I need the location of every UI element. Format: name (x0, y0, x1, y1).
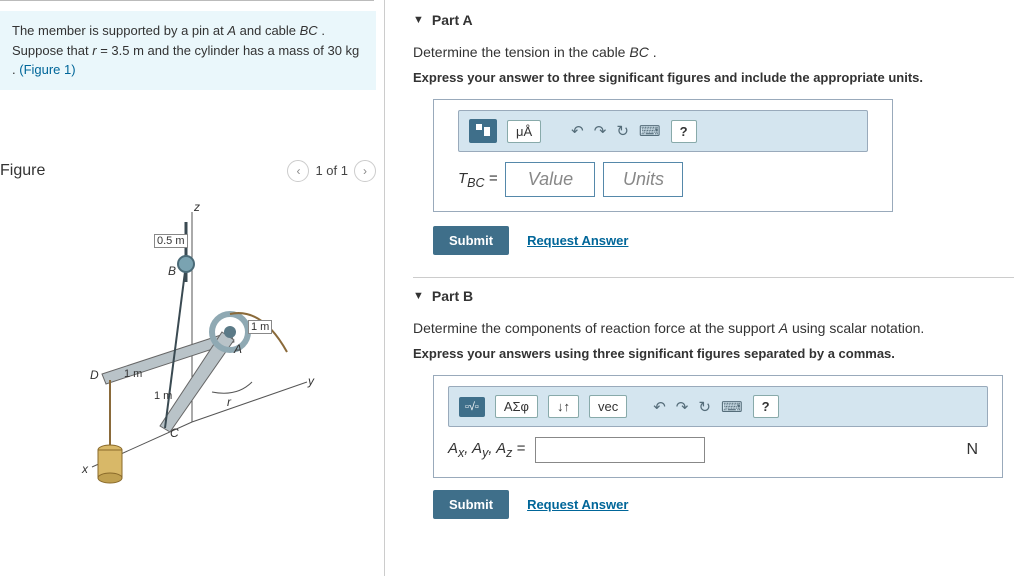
part-b-input-row: Ax, Ay, Az = N (448, 437, 988, 463)
part-a-instruct: Express your answer to three significant… (413, 70, 1014, 85)
figure-header: Figure ‹ 1 of 1 › (0, 160, 376, 182)
prev-figure-button[interactable]: ‹ (287, 160, 309, 182)
redo-icon[interactable]: ↷ (676, 398, 689, 416)
request-answer-a[interactable]: Request Answer (527, 233, 628, 248)
left-panel: The member is supported by a pin at A an… (0, 0, 385, 576)
problem-statement: The member is supported by a pin at A an… (0, 11, 376, 90)
units-button[interactable]: μÅ (507, 120, 541, 143)
var-A: A (227, 23, 236, 38)
keyboard-icon[interactable]: ⌨ (639, 122, 661, 140)
keyboard-icon[interactable]: ⌨ (721, 398, 743, 416)
unit-N: N (966, 441, 988, 459)
axyz-label: Ax, Ay, Az = (448, 440, 525, 460)
value-input[interactable]: Value (505, 162, 595, 197)
submit-button-b[interactable]: Submit (433, 490, 509, 519)
dim-1m-a: 1 m (248, 320, 272, 334)
pager-text: 1 of 1 (315, 163, 348, 178)
axis-y: y (308, 374, 314, 388)
figure-diagram: z y x r 0.5 m 1 m 1 m 1 m A B C D (62, 192, 322, 492)
next-figure-button[interactable]: › (354, 160, 376, 182)
pt-D: D (90, 368, 99, 382)
var-r: r (92, 43, 96, 58)
part-b-submit-row: Submit Request Answer (413, 490, 1014, 519)
caret-down-icon: ▼ (413, 290, 424, 302)
pt-B: B (168, 264, 176, 278)
request-answer-b[interactable]: Request Answer (527, 497, 628, 512)
prob-text: The member is supported by a pin at (12, 23, 227, 38)
part-a-prompt: Determine the tension in the cable BC . (413, 44, 1014, 60)
part-a-answer-panel: μÅ ↶ ↷ ↻ ⌨ ? TBC = Value Units (433, 99, 893, 212)
axis-x: x (82, 462, 88, 476)
figure-link[interactable]: (Figure 1) (19, 62, 75, 77)
figure-title: Figure (0, 162, 45, 180)
pt-C: C (170, 426, 179, 440)
part-b-prompt: Determine the components of reaction for… (413, 320, 1014, 336)
reset-icon[interactable]: ↻ (616, 122, 629, 140)
part-b-answer-panel: ▫√▫ ΑΣφ ↓↑ vec ↶ ↷ ↻ ⌨ ? Ax, Ay, Az = N (433, 375, 1003, 478)
template-icon[interactable] (469, 119, 497, 143)
pt-A: A (234, 342, 242, 356)
vec-button[interactable]: vec (589, 395, 627, 418)
part-a-toolbar: μÅ ↶ ↷ ↻ ⌨ ? (458, 110, 868, 152)
undo-icon[interactable]: ↶ (571, 122, 584, 140)
var-BC: BC (300, 23, 318, 38)
units-input[interactable]: Units (603, 162, 683, 197)
part-b-instruct: Express your answers using three signifi… (413, 346, 1014, 361)
part-a-title: Part A (432, 12, 473, 28)
figure-pager: ‹ 1 of 1 › (287, 160, 376, 182)
part-b-toolbar: ▫√▫ ΑΣφ ↓↑ vec ↶ ↷ ↻ ⌨ ? (448, 386, 988, 427)
subscript-icon[interactable]: ↓↑ (548, 395, 579, 418)
var-r-fig: r (227, 395, 231, 409)
part-a-submit-row: Submit Request Answer (413, 226, 1014, 255)
dim-0.5m: 0.5 m (154, 234, 188, 248)
right-panel: ▼ Part A Determine the tension in the ca… (385, 0, 1024, 576)
part-a-header[interactable]: ▼ Part A (413, 12, 1014, 28)
help-button[interactable]: ? (753, 395, 779, 418)
part-b-header[interactable]: ▼ Part B (413, 277, 1014, 304)
caret-down-icon: ▼ (413, 14, 424, 26)
submit-button-a[interactable]: Submit (433, 226, 509, 255)
undo-icon[interactable]: ↶ (653, 398, 666, 416)
help-button[interactable]: ? (671, 120, 697, 143)
redo-icon[interactable]: ↷ (594, 122, 607, 140)
sqrt-template-icon[interactable]: ▫√▫ (459, 397, 485, 417)
tbc-label: TBC = (458, 170, 497, 190)
axis-z: z (194, 200, 200, 214)
part-b-title: Part B (432, 288, 473, 304)
dim-1m-c: 1 m (154, 390, 172, 402)
components-input[interactable] (535, 437, 705, 463)
figure-area: z y x r 0.5 m 1 m 1 m 1 m A B C D (0, 192, 384, 492)
reset-icon[interactable]: ↻ (698, 398, 711, 416)
dim-1m-b: 1 m (124, 368, 142, 380)
greek-button[interactable]: ΑΣφ (495, 395, 538, 418)
